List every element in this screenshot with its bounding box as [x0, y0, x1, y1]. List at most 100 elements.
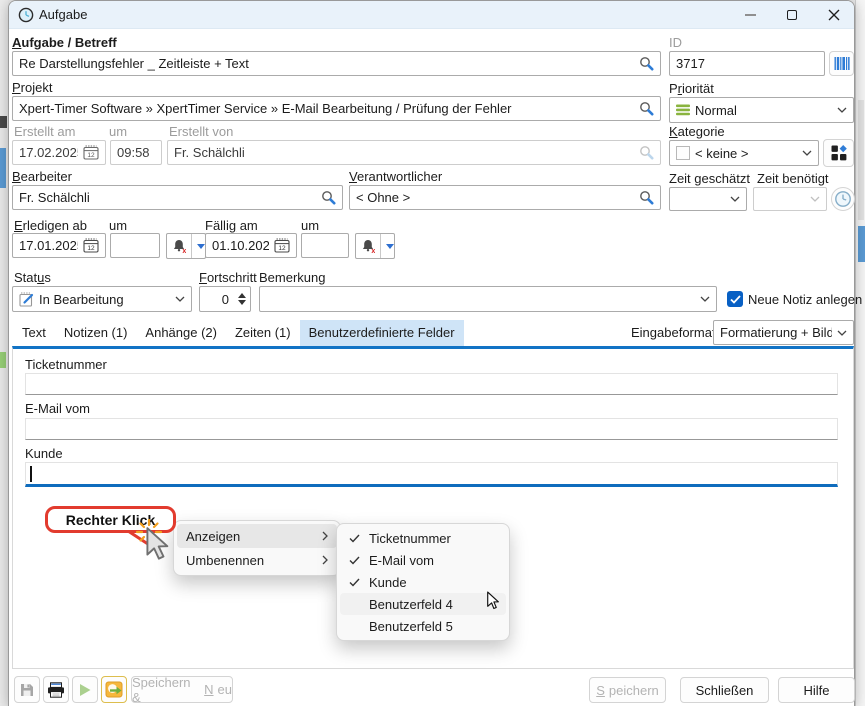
status-value: In Bearbeitung	[39, 292, 170, 307]
title-bar[interactable]: Aufgabe	[9, 1, 854, 29]
status-dropdown[interactable]: In Bearbeitung	[12, 286, 192, 312]
start-time-input[interactable]	[110, 233, 160, 258]
due-reminder-splitbutton[interactable]: x	[355, 233, 395, 259]
submenu-item-label: E-Mail vom	[369, 553, 434, 568]
minimize-icon	[745, 14, 756, 16]
search-icon[interactable]	[639, 101, 654, 116]
check-icon	[349, 556, 369, 565]
start-timer-button[interactable]	[72, 676, 98, 703]
background-scrollbar-fragment	[858, 226, 865, 262]
search-icon[interactable]	[321, 190, 336, 205]
responsible-label: Verantwortlicher	[349, 169, 442, 184]
menu-item-anzeigen[interactable]: Anzeigen	[177, 524, 337, 548]
created-by-input: Fr. Schälchli	[167, 140, 661, 165]
tab-benutzerdefinierte-felder[interactable]: Benutzerdefinierte Felder	[300, 320, 464, 346]
calendar-icon[interactable]: 12	[274, 238, 290, 253]
due-date-input[interactable]: 01.10.2025 12	[205, 233, 297, 258]
custom-field-input-email-vom[interactable]	[25, 418, 838, 440]
submenu-item-kunde[interactable]: Kunde	[340, 571, 506, 593]
close-button[interactable]	[815, 1, 853, 29]
custom-field-input-kunde[interactable]	[25, 462, 838, 487]
tab-text[interactable]: Text	[13, 320, 55, 346]
remark-combo[interactable]	[259, 286, 717, 312]
chevron-down-icon-disabled	[810, 196, 820, 202]
submenu-arrow-icon	[322, 553, 328, 568]
calendar-icon[interactable]: 12	[83, 238, 99, 253]
time-estimated-combo[interactable]	[669, 187, 747, 211]
subject-input[interactable]: Re Darstellungsfehler _ Zeitleiste + Tex…	[12, 51, 661, 76]
submenu-item-label: Benutzerfeld 5	[369, 619, 453, 634]
progress-spinner[interactable]: 0	[199, 286, 251, 312]
created-on-label: Erstellt am	[14, 124, 75, 139]
assignee-input[interactable]: Fr. Schälchli	[12, 185, 343, 210]
background-window-left	[0, 0, 8, 706]
text-caret	[30, 466, 32, 482]
reminder-dropdown-arrow-icon[interactable]	[197, 244, 205, 249]
custom-field-input-ticketnummer[interactable]	[25, 373, 838, 395]
due-date-label: Fällig am	[205, 218, 258, 233]
spinner-up-icon[interactable]	[238, 293, 246, 298]
submenu-item-ticketnummer[interactable]: Ticketnummer	[340, 527, 506, 549]
priority-dropdown[interactable]: Normal	[669, 97, 854, 123]
spinner-down-icon[interactable]	[238, 300, 246, 305]
time-clock-button[interactable]	[831, 187, 855, 211]
category-label: Kategorie	[669, 124, 725, 139]
search-icon[interactable]	[639, 190, 654, 205]
new-note-checkbox[interactable]	[727, 291, 743, 307]
input-format-dropdown[interactable]: Formatierung + Bilder	[713, 320, 854, 345]
barcode-button[interactable]	[829, 51, 854, 76]
menu-item-umbenennen[interactable]: Umbenennen	[177, 548, 337, 572]
tab-zeiten[interactable]: Zeiten (1)	[226, 320, 300, 346]
chevron-down-icon	[837, 107, 847, 113]
start-date-input[interactable]: 17.01.2025 12	[12, 233, 106, 258]
id-label: ID	[669, 35, 682, 50]
created-by-value: Fr. Schälchli	[174, 145, 634, 160]
archive-button[interactable]	[101, 676, 127, 703]
maximize-icon	[787, 10, 797, 20]
save-toolbar-button[interactable]	[14, 676, 40, 703]
category-dropdown[interactable]: < keine >	[669, 140, 819, 166]
start-time-label: um	[109, 218, 127, 233]
screen: Aufgabe Aufgabe / Betreff Re Darstellung…	[0, 0, 865, 706]
search-icon-disabled	[639, 145, 654, 160]
tab-notizen[interactable]: Notizen (1)	[55, 320, 137, 346]
mouse-cursor-icon	[143, 527, 171, 563]
submenu-item-benutzerfeld-4[interactable]: Benutzerfeld 4	[340, 593, 506, 615]
print-button[interactable]	[43, 676, 69, 703]
custom-field-label-email-vom: E-Mail vom	[25, 401, 90, 416]
category-picker-button[interactable]	[823, 139, 854, 167]
chevron-down-icon	[730, 196, 740, 202]
reminder-dropdown-arrow-icon[interactable]	[386, 244, 394, 249]
minimize-button[interactable]	[731, 1, 769, 29]
priority-icon	[676, 104, 690, 116]
save-icon	[19, 682, 35, 698]
save-button[interactable]: Speichern	[589, 677, 666, 703]
responsible-input[interactable]: < Ohne >	[349, 185, 661, 210]
search-icon[interactable]	[639, 56, 654, 71]
progress-value: 0	[204, 292, 229, 307]
project-label: Projekt	[12, 80, 52, 95]
help-button[interactable]: Hilfe	[778, 677, 855, 703]
chevron-down-icon	[837, 330, 847, 336]
new-note-label[interactable]: Neue Notiz anlegen	[748, 292, 862, 307]
time-required-label: Zeit benötigt	[757, 171, 829, 186]
submenu-item-benutzerfeld-5[interactable]: Benutzerfeld 5	[340, 615, 506, 637]
input-format-label: Eingabeformat:	[631, 325, 719, 340]
status-label: Status	[14, 270, 51, 285]
close-dialog-button[interactable]: Schließen	[680, 677, 769, 703]
reminder-bell-off-icon[interactable]: x	[356, 234, 381, 258]
maximize-button[interactable]	[773, 1, 811, 29]
print-icon	[47, 682, 65, 698]
save-and-new-button[interactable]: Speichern & Neu	[131, 676, 233, 703]
start-date-label: Erledigen ab	[14, 218, 87, 233]
start-reminder-splitbutton[interactable]: x	[166, 233, 206, 259]
due-time-input[interactable]	[301, 233, 349, 258]
svg-text:12: 12	[278, 245, 286, 252]
reminder-bell-off-icon[interactable]: x	[167, 234, 192, 258]
chevron-down-icon	[700, 296, 710, 302]
project-input[interactable]: Xpert-Timer Software » XpertTimer Servic…	[12, 96, 661, 121]
submenu-item-email-vom[interactable]: E-Mail vom	[340, 549, 506, 571]
id-input[interactable]: 3717	[669, 51, 825, 76]
tab-anhaenge[interactable]: Anhänge (2)	[136, 320, 226, 346]
svg-text:12: 12	[87, 152, 95, 159]
